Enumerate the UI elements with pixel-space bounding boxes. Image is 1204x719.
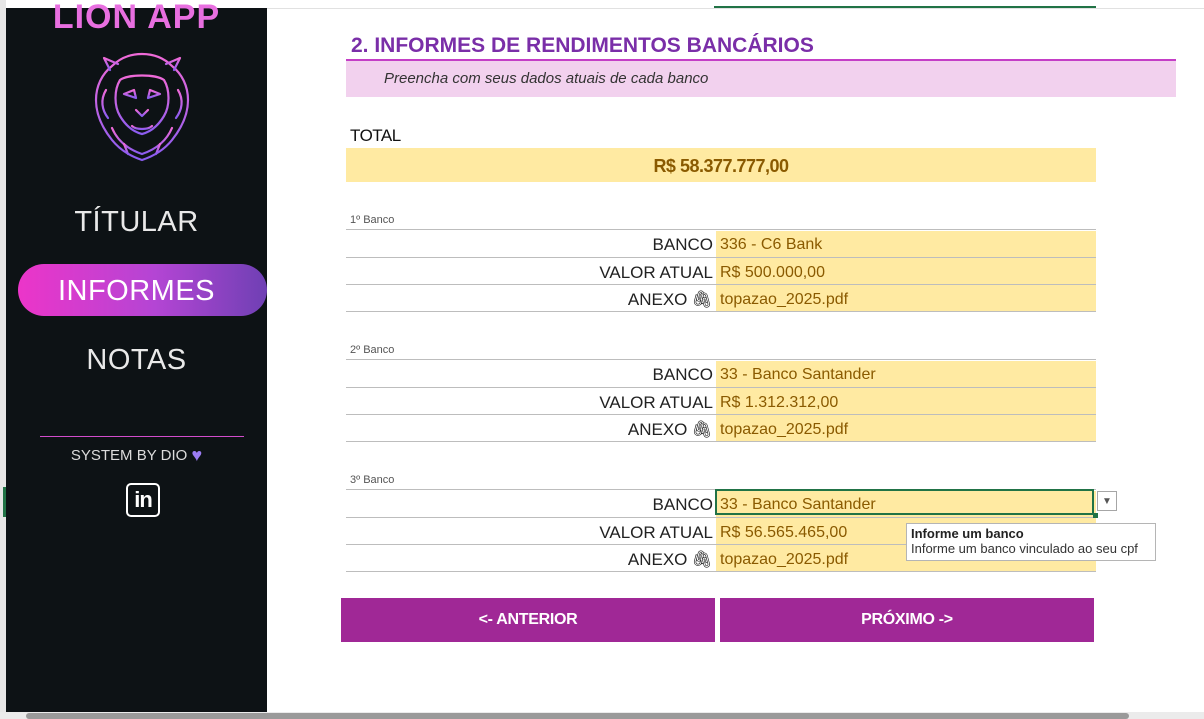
active-cell-border[interactable] [715,489,1094,515]
bank-2-banco-label: BANCO [652,365,713,384]
bank-1-caption: 1º Banco [350,214,395,226]
bank-3-caption: 3º Banco [350,474,395,486]
bank-3-valor-value[interactable]: R$ 56.565.465,00 [720,524,847,542]
bank-1-valor-value[interactable]: R$ 500.000,00 [720,264,825,282]
previous-button[interactable]: <- ANTERIOR [341,598,715,642]
linkedin-icon[interactable]: in [126,483,160,517]
nav-item-informes[interactable]: INFORMES [6,275,267,308]
paperclip-icon: 🖇 [691,290,713,309]
section-title: 2. INFORMES DE RENDIMENTOS BANCÁRIOS [351,34,814,57]
tooltip-body: Informe um banco vinculado ao seu cpf [911,541,1138,556]
bank-1-anexo-value[interactable]: topazao_2025.pdf [720,291,848,309]
row-divider [346,229,1096,230]
app-title: LION APP [6,0,267,37]
nav-item-titular[interactable]: TÍTULAR [6,206,267,239]
bank-3-anexo-label: ANEXO 🖇 [346,550,713,570]
paperclip-icon: 🖇 [691,420,713,439]
system-by-credit: SYSTEM BY DIO ♥ [6,445,267,466]
bank-2-valor-label: VALOR ATUAL [599,393,713,412]
bank-2-anexo-value[interactable]: topazao_2025.pdf [720,421,848,439]
bank-2-caption: 2º Banco [350,344,395,356]
anexo-label-text: ANEXO [627,290,688,309]
anexo-label-text: ANEXO [627,420,688,439]
heart-icon: ♥ [191,445,203,465]
bank-3-anexo-value[interactable]: topazao_2025.pdf [720,551,848,569]
bank-3-banco-label: BANCO [652,495,713,514]
bank-1-valor-label: VALOR ATUAL [599,263,713,282]
paperclip-icon: 🖇 [691,550,713,569]
selection-indicator-top [714,6,1096,8]
row-divider [346,441,1096,442]
anexo-label-text: ANEXO [627,550,688,569]
bank-1-anexo-label: ANEXO 🖇 [346,290,713,310]
horizontal-scrollbar-thumb[interactable] [26,713,1129,719]
bank-2-valor-value[interactable]: R$ 1.312.312,00 [720,394,838,412]
app-title-word-1: LION [52,0,139,36]
section-subtitle: Preencha com seus dados atuais de cada b… [384,70,709,87]
nav-item-notas[interactable]: NOTAS [6,344,267,377]
row-divider [346,311,1096,312]
row-divider [346,571,1096,572]
row-divider [346,359,1096,360]
next-button[interactable]: PRÓXIMO -> [720,598,1094,642]
validation-tooltip: Informe um banco Informe um banco vincul… [906,523,1156,561]
system-by-label: SYSTEM BY DIO [70,447,188,464]
dropdown-arrow-icon[interactable]: ▼ [1097,491,1117,511]
app-title-word-2: APP [147,0,221,36]
bank-3-valor-label: VALOR ATUAL [599,523,713,542]
sidebar: LION APP TÍTULAR INFORMES NOTAS SYSTEM B… [6,0,267,712]
section-title-underline [346,59,1176,61]
bank-2-banco-value[interactable]: 33 - Banco Santander [720,366,876,384]
bank-2-anexo-label: ANEXO 🖇 [346,420,713,440]
tooltip-title: Informe um banco [911,526,1024,541]
bank-1-banco-label: BANCO [652,235,713,254]
total-value: R$ 58.377.777,00 [653,156,789,176]
fill-handle[interactable] [1093,513,1098,518]
sidebar-divider [40,436,244,437]
bank-1-banco-value[interactable]: 336 - C6 Bank [720,236,822,254]
total-label: TOTAL [350,126,401,145]
lion-logo-icon [94,52,190,162]
